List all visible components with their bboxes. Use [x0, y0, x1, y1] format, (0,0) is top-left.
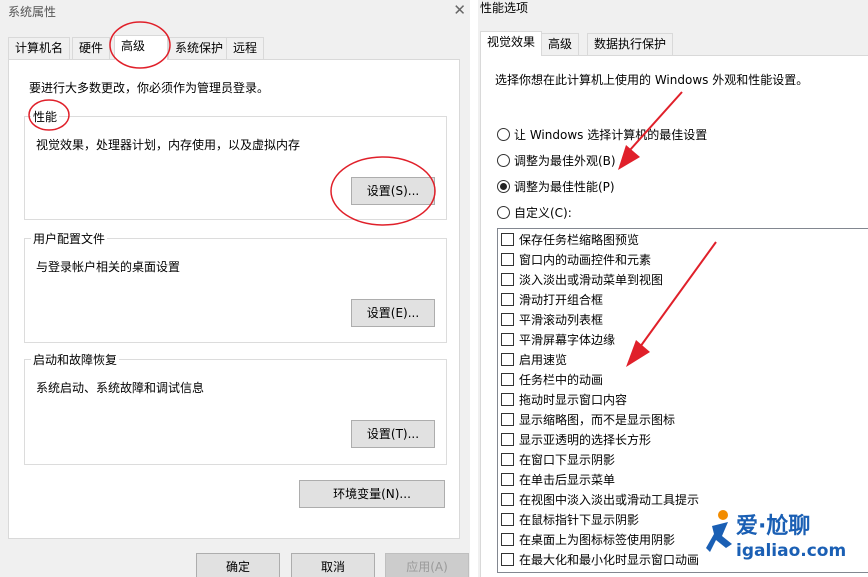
user-profiles-settings-button[interactable]: 设置(E)... — [351, 299, 435, 327]
checkbox[interactable] — [501, 232, 514, 246]
system-properties-window: 系统属性 ✕ 计算机名 硬件 高级 系统保护 远程 要进行大多数更改，你必须作为… — [0, 0, 470, 577]
tab-remote[interactable]: 远程 — [226, 37, 265, 59]
radio-custom[interactable]: 自定义(C): — [497, 203, 572, 221]
option-label: 在鼠标指针下显示阴影 — [519, 512, 640, 527]
advanced-panel: 要进行大多数更改，你必须作为管理员登录。 性能 视觉效果，处理器计划，内存使用，… — [8, 59, 460, 539]
option-label: 平滑屏幕字体边缘 — [519, 332, 616, 347]
environment-variables-button[interactable]: 环境变量(N)... — [299, 480, 445, 508]
tab-advanced[interactable]: 高级 — [541, 33, 580, 55]
user-profiles-label: 用户配置文件 — [31, 230, 108, 247]
option-label: 窗口内的动画控件和元素 — [519, 252, 652, 267]
performance-options-window: 性能选项 视觉效果 高级 数据执行保护 选择你想在此计算机上使用的 Window… — [478, 0, 868, 577]
option-row[interactable]: 在窗口下显示阴影 — [498, 449, 868, 469]
close-icon[interactable]: ✕ — [453, 1, 466, 19]
checkbox[interactable] — [501, 312, 514, 326]
checkbox[interactable] — [501, 372, 514, 386]
option-row[interactable]: 滑动打开组合框 — [498, 289, 868, 309]
performance-label: 性能 — [31, 108, 60, 125]
runner-icon — [706, 510, 732, 552]
tab-bar: 视觉效果 高级 数据执行保护 — [480, 31, 866, 56]
option-row[interactable]: 在单击后显示菜单 — [498, 469, 868, 489]
radio-label: 自定义(C): — [514, 205, 572, 220]
option-row[interactable]: 平滑滚动列表框 — [498, 309, 868, 329]
tab-computer-name[interactable]: 计算机名 — [8, 37, 71, 59]
visual-effects-panel: 选择你想在此计算机上使用的 Windows 外观和性能设置。 让 Windows… — [480, 55, 868, 577]
checkbox[interactable] — [501, 352, 514, 366]
option-label: 在视图中淡入淡出或滑动工具提示 — [519, 492, 700, 507]
performance-description: 视觉效果，处理器计划，内存使用，以及虚拟内存 — [36, 138, 301, 152]
option-label: 显示缩略图，而不是显示图标 — [519, 412, 676, 427]
ok-button[interactable]: 确定 — [196, 553, 280, 577]
option-label: 滑动打开组合框 — [519, 292, 604, 307]
startup-recovery-settings-button[interactable]: 设置(T)... — [351, 420, 435, 448]
admin-note: 要进行大多数更改，你必须作为管理员登录。 — [29, 81, 270, 95]
tab-dep[interactable]: 数据执行保护 — [587, 33, 674, 55]
option-label: 任务栏中的动画 — [519, 372, 604, 387]
user-profiles-description: 与登录帐户相关的桌面设置 — [36, 260, 181, 274]
tab-hardware[interactable]: 硬件 — [72, 37, 111, 59]
option-label: 在窗口下显示阴影 — [519, 452, 616, 467]
checkbox[interactable] — [501, 272, 514, 286]
option-row[interactable]: 显示缩略图，而不是显示图标 — [498, 409, 868, 429]
startup-recovery-group: 启动和故障恢复 系统启动、系统故障和调试信息 设置(T)... — [24, 351, 447, 465]
option-label: 在最大化和最小化时显示窗口动画 — [519, 552, 700, 567]
checkbox[interactable] — [501, 472, 514, 486]
option-label: 在桌面上为图标标签使用阴影 — [519, 532, 676, 547]
option-label: 淡入淡出或滑动菜单到视图 — [519, 272, 664, 287]
startup-recovery-label: 启动和故障恢复 — [31, 351, 120, 368]
checkbox[interactable] — [501, 412, 514, 426]
checkbox[interactable] — [501, 492, 514, 506]
checkbox[interactable] — [501, 512, 514, 526]
radio-label: 调整为最佳外观(B) — [514, 153, 616, 168]
checkbox[interactable] — [501, 452, 514, 466]
radio-label: 让 Windows 选择计算机的最佳设置 — [514, 127, 708, 142]
watermark-logo: 爱·尬聊 igaliao.com — [706, 506, 866, 570]
watermark-text: 爱·尬聊 — [736, 514, 811, 539]
radio-button[interactable] — [497, 205, 510, 219]
cancel-button[interactable]: 取消 — [291, 553, 375, 577]
tab-system-protection[interactable]: 系统保护 — [168, 37, 231, 59]
radio-button[interactable] — [497, 153, 510, 167]
option-row[interactable]: 任务栏中的动画 — [498, 369, 868, 389]
radio-button[interactable] — [497, 127, 510, 141]
option-label: 显示亚透明的选择长方形 — [519, 432, 652, 447]
apply-button[interactable]: 应用(A) — [385, 553, 469, 577]
radio-let-windows-choose[interactable]: 让 Windows 选择计算机的最佳设置 — [497, 125, 707, 143]
option-label: 拖动时显示窗口内容 — [519, 392, 628, 407]
watermark-url: igaliao.com — [736, 541, 847, 561]
option-row[interactable]: 淡入淡出或滑动菜单到视图 — [498, 269, 868, 289]
checkbox[interactable] — [501, 392, 514, 406]
option-row[interactable]: 窗口内的动画控件和元素 — [498, 249, 868, 269]
window-title: 性能选项 — [480, 1, 529, 15]
option-label: 平滑滚动列表框 — [519, 312, 604, 327]
option-label: 在单击后显示菜单 — [519, 472, 616, 487]
radio-button-checked[interactable] — [497, 179, 510, 193]
performance-group: 性能 视觉效果，处理器计划，内存使用，以及虚拟内存 设置(S)... — [24, 108, 447, 220]
tab-advanced[interactable]: 高级 — [114, 35, 168, 60]
checkbox[interactable] — [501, 432, 514, 446]
tab-bar: 计算机名 硬件 高级 系统保护 远程 — [8, 35, 468, 60]
user-profiles-group: 用户配置文件 与登录帐户相关的桌面设置 设置(E)... — [24, 230, 447, 343]
option-row[interactable]: 保存任务栏缩略图预览 — [498, 229, 868, 249]
option-row[interactable]: 平滑屏幕字体边缘 — [498, 329, 868, 349]
option-label: 保存任务栏缩略图预览 — [519, 232, 640, 247]
startup-recovery-description: 系统启动、系统故障和调试信息 — [36, 381, 205, 395]
checkbox[interactable] — [501, 252, 514, 266]
radio-best-performance[interactable]: 调整为最佳性能(P) — [497, 177, 615, 195]
checkbox[interactable] — [501, 552, 514, 566]
window-title: 系统属性 — [8, 5, 57, 19]
checkbox[interactable] — [501, 332, 514, 346]
intro-text: 选择你想在此计算机上使用的 Windows 外观和性能设置。 — [495, 73, 809, 87]
checkbox[interactable] — [501, 292, 514, 306]
option-row[interactable]: 显示亚透明的选择长方形 — [498, 429, 868, 449]
tab-visual-effects[interactable]: 视觉效果 — [480, 31, 543, 56]
performance-settings-button[interactable]: 设置(S)... — [351, 177, 435, 205]
radio-best-appearance[interactable]: 调整为最佳外观(B) — [497, 151, 616, 169]
option-row[interactable]: 启用速览 — [498, 349, 868, 369]
option-label: 启用速览 — [519, 352, 568, 367]
radio-label: 调整为最佳性能(P) — [514, 179, 615, 194]
option-row[interactable]: 拖动时显示窗口内容 — [498, 389, 868, 409]
checkbox[interactable] — [501, 532, 514, 546]
